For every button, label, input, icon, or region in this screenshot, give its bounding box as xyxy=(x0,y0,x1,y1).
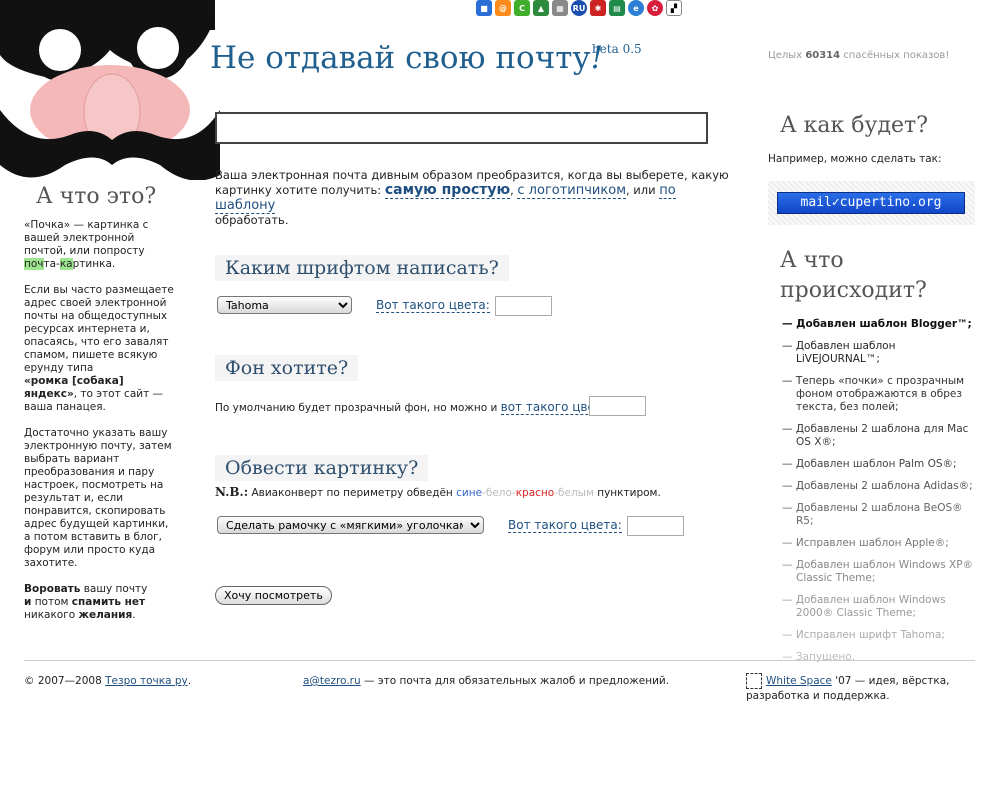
example-label: Например, можно сделать так: xyxy=(768,153,942,165)
news-item: — Добавлен шаблон Palm OS®; xyxy=(782,458,957,470)
background-section-heading: Фон хотите? xyxy=(215,355,359,381)
font-section-heading: Каким шрифтом написать? xyxy=(215,255,509,281)
nb-label: N.B.: xyxy=(215,485,249,499)
nb-note: N.B.: Авиаконверт по периметру обведён с… xyxy=(215,485,661,499)
counter-suffix: спасённых показов! xyxy=(840,50,950,61)
example-image-frame: mail✓cupertino.org xyxy=(768,181,975,225)
counter-prefix: Целых xyxy=(768,50,806,61)
highlight-text: поч xyxy=(24,258,44,270)
about-text: та- xyxy=(43,258,60,270)
news-item: — Добавлен шаблон Windows XP® Classic Th… xyxy=(782,559,974,584)
about-text: вашу почту xyxy=(80,583,148,595)
contact-text: — это почта для обязательных жалоб и пре… xyxy=(360,675,670,687)
news-item: — Добавлен шаблон Windows 2000® Classic … xyxy=(782,594,946,619)
simple-variant-link[interactable]: самую простую xyxy=(384,182,511,199)
news-item: — Исправлен шрифт Tahoma; xyxy=(782,629,945,641)
whitespace-link[interactable]: White Space xyxy=(766,675,832,687)
counter-value: 60314 xyxy=(805,50,841,61)
whitespace-logo-icon xyxy=(746,673,762,689)
copyright-text: . xyxy=(187,675,192,687)
news-item: — Добавлен шаблон Blogger™; xyxy=(782,318,972,330)
border-color-input[interactable] xyxy=(627,516,684,536)
copyright-link[interactable]: Тезро точка ру xyxy=(105,675,188,687)
news-heading: А что происходит? xyxy=(780,248,927,303)
about-bold-text: спамить нет xyxy=(71,596,146,608)
impressions-counter: Целых 60314 спасённых показов! xyxy=(768,50,949,61)
about-text: Если вы часто размещаете адрес своей эле… xyxy=(24,284,174,374)
about-bold-text: Воровать xyxy=(24,583,81,595)
about-paragraph-4: Воровать вашу почту и потом спамить нет … xyxy=(24,583,174,622)
background-text: По умолчанию будет прозрачный фон, но мо… xyxy=(215,400,614,415)
copyright-text: © 2007—2008 xyxy=(24,675,106,687)
font-select[interactable]: Tahoma xyxy=(217,296,352,314)
news-item: — Добавлены 2 шаблона для Mac OS X®; xyxy=(782,423,969,448)
e-icon[interactable]: e xyxy=(628,0,644,16)
border-style-select[interactable]: Сделать рамочку с «мягкими» уголочками. xyxy=(217,516,484,534)
beta-label: beta 0.5 xyxy=(592,42,642,56)
nb-text: пунктиром. xyxy=(593,487,661,499)
about-column: А что это? «Почка» — картинка с вашей эл… xyxy=(24,184,174,635)
footer-copyright: © 2007—2008 Тезро точка ру. xyxy=(24,675,191,687)
news-item: — Исправлен шаблон Apple®; xyxy=(782,537,949,549)
footer-divider xyxy=(24,660,975,661)
about-text: . xyxy=(132,609,136,621)
news-item: — Запущено. xyxy=(782,651,856,663)
nb-blue-word: сине xyxy=(456,487,483,499)
logo-variant-link[interactable]: с логотипчиком xyxy=(517,183,626,199)
about-text: ртинка. xyxy=(72,258,116,270)
background-description: По умолчанию будет прозрачный фон, но мо… xyxy=(215,402,501,414)
contact-email-link[interactable]: a@tezro.ru xyxy=(303,675,361,687)
font-color-link[interactable]: Вот такого цвета: xyxy=(376,298,490,313)
news-item: — Добавлены 2 шаблона Adidas®; xyxy=(782,480,973,492)
about-paragraph-1: «Почка» — картинка с вашей электронной п… xyxy=(24,219,174,271)
preview-heading: А как будет? xyxy=(780,113,928,138)
social-bookmarks: ■ @ C ▲ ▦ RU ✱ ▤ e ✿ ▞ xyxy=(476,0,682,18)
about-bold-text: желания xyxy=(78,609,133,621)
intro-part: , или xyxy=(626,183,660,197)
news-item: — Добавлен шаблон LiVEJOURNAL™; xyxy=(782,340,896,365)
about-text: «Почка» — картинка с вашей электронной п… xyxy=(24,219,149,257)
book-icon[interactable]: ▤ xyxy=(609,0,625,16)
flower-icon[interactable]: ✿ xyxy=(647,0,663,16)
news-item: — Теперь «почки» с прозрачным фоном отоб… xyxy=(782,375,965,413)
footer-credits: White Space '07 — идея, вёрстка, разрабо… xyxy=(746,673,966,703)
nb-text: Авиаконверт по периметру обведён xyxy=(248,487,457,499)
preview-button[interactable]: Хочу посмотреть xyxy=(215,586,332,605)
nb-white-word: -белым xyxy=(554,487,594,499)
nb-white-word: -бело- xyxy=(482,487,516,499)
mail-icon[interactable]: @ xyxy=(495,0,511,16)
about-paragraph-2: Если вы часто размещаете адрес своей эле… xyxy=(24,284,174,414)
footer-contact: a@tezro.ru — это почта для обязательных … xyxy=(303,675,669,687)
about-paragraph-3: Достаточно указать вашу электронную почт… xyxy=(24,427,172,569)
nb-red-word: красно xyxy=(515,487,555,499)
intro-part: обработать. xyxy=(215,213,289,227)
highlight-text: ка xyxy=(59,258,73,270)
about-text: никакого xyxy=(24,609,79,621)
font-color-input[interactable] xyxy=(495,296,552,316)
tree-icon[interactable]: ▲ xyxy=(533,0,549,16)
title-text: Не отдавай свою почту xyxy=(210,40,591,76)
about-text: потом xyxy=(31,596,72,608)
page-title: Не отдавай свою почту! xyxy=(210,40,603,76)
delicious-icon[interactable]: ■ xyxy=(476,0,492,16)
digg-icon[interactable]: C xyxy=(514,0,530,16)
border-section-heading: Обвести картинку? xyxy=(215,455,429,481)
ru-icon[interactable]: RU xyxy=(571,0,587,16)
border-color-link[interactable]: Вот такого цвета: xyxy=(508,518,622,533)
intro-text: Ваша электронная почта дивным образом пр… xyxy=(215,168,735,228)
news-item: — Добавлены 2 шаблона BeOS® R5; xyxy=(782,502,963,527)
bookmark-icon[interactable]: ▦ xyxy=(552,0,568,16)
about-heading: А что это? xyxy=(36,184,157,209)
star-icon[interactable]: ✱ xyxy=(590,0,606,16)
email-input[interactable] xyxy=(215,112,708,144)
mascot-logo xyxy=(0,0,220,180)
google-icon[interactable]: ▞ xyxy=(666,0,682,16)
example-email-badge: mail✓cupertino.org xyxy=(777,192,965,214)
background-color-input[interactable] xyxy=(589,396,646,416)
news-list: — Добавлен шаблон Blogger™; — Добавлен ш… xyxy=(782,318,982,673)
